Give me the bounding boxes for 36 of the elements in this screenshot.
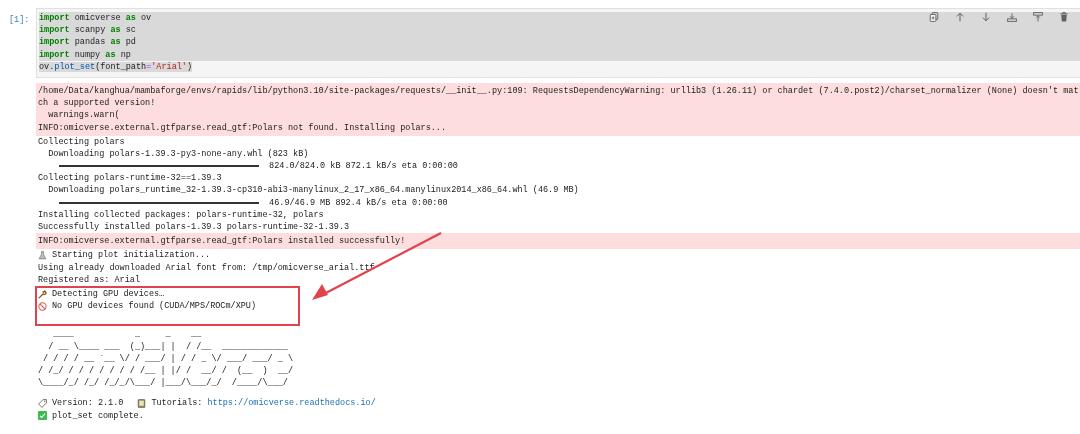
- insert-below-icon[interactable]: [1007, 12, 1017, 22]
- flask-icon: [38, 250, 47, 260]
- output-line: Installing collected packages: polars-runtime-32, polars: [38, 208, 325, 221]
- output-text: 46.9/46.9 MB 892.4 kB/s eta 0:00:00: [268, 196, 448, 209]
- prohibited-icon: [38, 301, 47, 311]
- tutorials-link[interactable]: https://omicverse.readthedocs.io/: [207, 397, 376, 410]
- delete-icon[interactable]: [1059, 12, 1069, 22]
- output-line: INFO:omicverse.external.gtfparse.read_gtf:Polars not found. Installing polars...: [38, 121, 448, 134]
- checkmark-icon: [38, 411, 47, 421]
- output-line: ch a supported version!: [38, 97, 157, 110]
- output-line: INFO:omicverse.external.gtfparse.read_gtf:Polars installed successfully!: [38, 235, 407, 248]
- output-text: Tutorials:: [151, 397, 203, 410]
- output-line: Successfully installed polars-1.39.3 polars-runtime-32-1.39.3: [38, 221, 351, 234]
- output-text: Detecting GPU devices…: [52, 287, 165, 301]
- output-text: Version: 2.1.0: [52, 397, 124, 410]
- output-text: No GPU devices found (CUDA/MPS/ROCm/XPU): [52, 300, 257, 313]
- output-text: Starting plot initialization...: [52, 249, 211, 262]
- tag-icon: [38, 398, 47, 408]
- output-line: Registered as: Arial: [38, 273, 142, 286]
- cell-prompt: [1]:: [8, 14, 31, 27]
- output-text: 824.0/824.0 kB 872.1 kB/s eta 0:00:00: [268, 160, 458, 173]
- insert-above-icon[interactable]: [1033, 12, 1043, 22]
- output-line: Collecting polars: [38, 135, 126, 148]
- ascii-logo-text: ____ _ _ __ / __ \____ ___ (_)___| | / /__ _____________ / / / / __ `__ \/ / ___/ | / / _ \/ ___/ ___/ _ \ / /_/ / / / / / / / /__ | |/ / __/ / (__ ) __/ \____/_/ /_/ /_/_/\___/ |___/\___/_/ /____/\___/: [38, 328, 294, 390]
- output-line: Collecting polars-runtime-32==1.39.3: [38, 172, 223, 185]
- output-line: Downloading polars_runtime_32-1.39.3-cp310-abi3-manylinux_2_17_x86_64.manylinux2014_x86_64.whl (46.9 MB): [47, 184, 580, 197]
- duplicate-icon[interactable]: [929, 12, 939, 22]
- output-line: /home/Data/kanghua/mambaforge/envs/rapids/lib/python3.10/site-packages/requests/__init__.py:109: RequestsDependencyWarning: urllib3 (1.26.11) or chardet (7.4.0.post2)/charset_normalizer (None) doesn't mat: [38, 84, 1080, 98]
- arrow-down-icon[interactable]: [981, 12, 991, 22]
- wrench-icon: [38, 289, 47, 299]
- output-line: Downloading polars-1.39.3-py3-none-any.whl (823 kB): [47, 147, 310, 161]
- output-line: Using already downloaded Arial font from: /tmp/omicverse_arial.ttf: [38, 261, 376, 274]
- book-icon: [137, 398, 147, 408]
- output-line: warnings.warn(: [47, 109, 121, 122]
- output-text: plot_set complete.: [52, 409, 144, 422]
- arrow-up-icon[interactable]: [955, 12, 965, 22]
